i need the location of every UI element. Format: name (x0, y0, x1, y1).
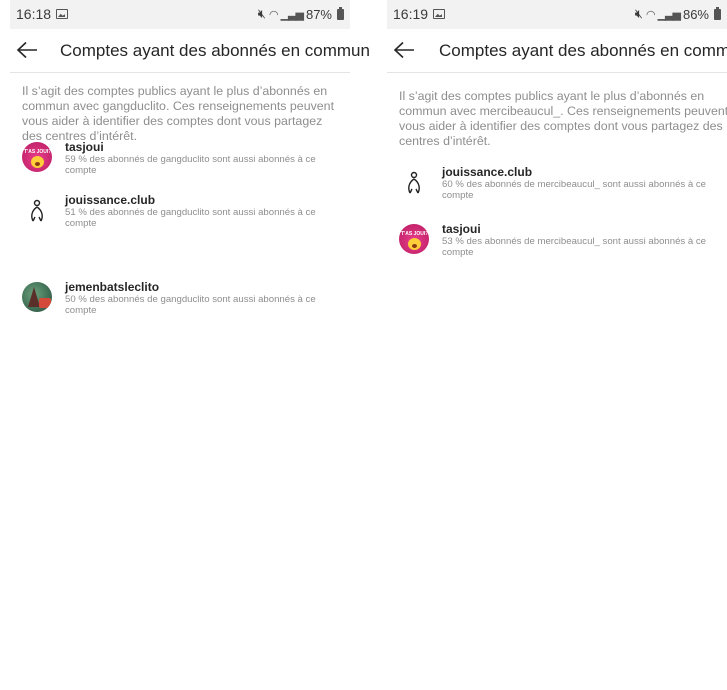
page-title: Comptes ayant des abonnés en commun (60, 41, 370, 60)
tasjoui-avatar: T'AS JOUI? (399, 224, 429, 254)
wifi-icon: ◠ (645, 8, 656, 21)
arrow-left-icon[interactable] (393, 41, 415, 59)
screen-left: 16:18 🔇︎ ◠ ▁▃▅ 87% Comptes ayant des abo… (10, 0, 370, 690)
account-detail: 60 % des abonnés de mercibeaucul_ sont a… (442, 179, 707, 201)
gallery-icon (433, 9, 445, 19)
account-row-jemenbatsleclito[interactable]: jemenbatsleclito 50 % des abonnés de gan… (22, 280, 340, 320)
account-name[interactable]: tasjoui (65, 140, 104, 154)
tasjoui-avatar: T'AS JOUI? (22, 142, 52, 172)
account-row-tasjoui[interactable]: T'AS JOUI? tasjoui 59 % des abonnés de g… (22, 140, 340, 180)
clitoris-symbol-icon (408, 171, 420, 194)
description-text: Il s’agit des comptes publics ayant le p… (22, 84, 335, 143)
clitoris-symbol-avatar (22, 195, 52, 225)
app-header: Comptes ayant des abonnés en commun (387, 29, 727, 73)
status-time: 16:18 (16, 6, 52, 22)
page-title: Comptes ayant des abonnés en commun (439, 41, 727, 60)
screen-right: 16:19 🔇︎ ◠ ▁▃▅ 86% Comptes ayant des abo… (387, 0, 727, 690)
mute-icon: 🔇︎ (634, 6, 643, 21)
flushed-face-icon (31, 156, 44, 168)
account-detail: 50 % des abonnés de gangduclito sont aus… (65, 294, 316, 316)
description-text: Il s’agit des comptes publics ayant le p… (399, 89, 727, 148)
account-name[interactable]: jemenbatsleclito (65, 280, 159, 294)
status-bar: 16:18 🔇︎ ◠ ▁▃▅ 87% (10, 0, 350, 29)
wifi-icon: ◠ (268, 8, 279, 21)
battery-level: 86% (682, 6, 709, 22)
arrow-left-icon[interactable] (16, 41, 38, 59)
account-row-tasjoui[interactable]: T'AS JOUI? tasjoui 53 % des abonnés de m… (399, 222, 717, 262)
account-name[interactable]: jouissance.club (65, 193, 155, 207)
status-bar: 16:19 🔇︎ ◠ ▁▃▅ 86% (387, 0, 727, 29)
account-row-jouissance-club[interactable]: jouissance.club 51 % des abonnés de gang… (22, 193, 340, 233)
cake-icon (39, 298, 51, 308)
clitoris-symbol-avatar (399, 167, 429, 197)
mute-icon: 🔇︎ (257, 6, 266, 21)
account-detail: 51 % des abonnés de gangduclito sont aus… (65, 207, 316, 229)
account-name[interactable]: tasjoui (442, 222, 481, 236)
app-header: Comptes ayant des abonnés en commun (10, 29, 370, 73)
account-detail: 53 % des abonnés de mercibeaucul_ sont a… (442, 236, 707, 258)
avatar-text: T'AS JOUI? (401, 231, 429, 237)
clitoris-symbol-icon (31, 199, 43, 222)
signal-icon: ▁▃▅ (657, 8, 681, 21)
battery-icon (714, 6, 721, 20)
gallery-icon (56, 9, 68, 19)
flushed-face-icon (408, 238, 421, 250)
avatar-text: T'AS JOUI? (24, 149, 52, 155)
battery-level: 87% (305, 6, 332, 22)
signal-icon: ▁▃▅ (280, 8, 304, 21)
battery-icon (337, 6, 344, 20)
account-name[interactable]: jouissance.club (442, 165, 532, 179)
status-time: 16:19 (393, 6, 429, 22)
christmas-photo-avatar (22, 282, 52, 312)
account-detail: 59 % des abonnés de gangduclito sont aus… (65, 154, 316, 176)
account-row-jouissance-club[interactable]: jouissance.club 60 % des abonnés de merc… (399, 165, 717, 205)
